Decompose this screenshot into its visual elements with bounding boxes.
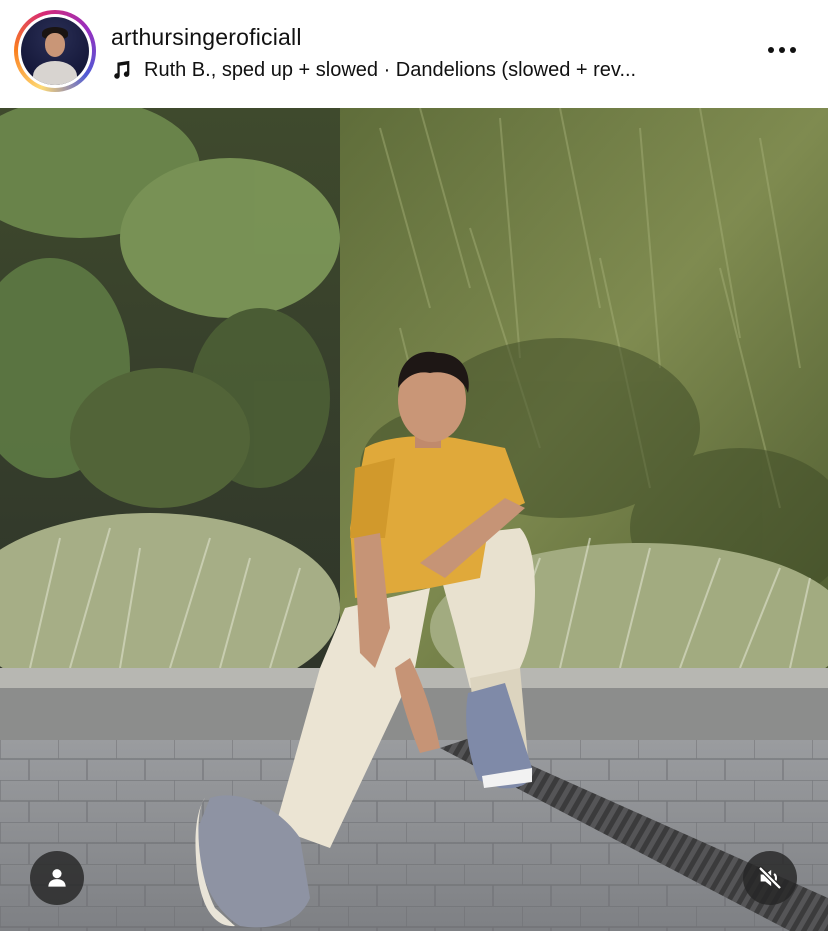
avatar-shirt — [33, 61, 77, 85]
audio-attribution[interactable]: Ruth B., sped up + slowed · Dandelions (… — [111, 56, 636, 84]
avatar[interactable] — [21, 17, 89, 85]
more-options-button[interactable] — [758, 34, 806, 66]
avatar-frame — [18, 14, 92, 88]
person-icon — [48, 869, 66, 887]
photo-illustration — [0, 108, 828, 931]
more-options-icon-dot — [779, 47, 785, 53]
post-header: arthursingeroficiall Ruth B., sped up + … — [0, 0, 828, 108]
muted-speaker-icon — [758, 866, 782, 890]
more-options-icon — [768, 47, 774, 53]
audio-toggle-button[interactable] — [743, 851, 797, 905]
more-options-icon-dot — [790, 47, 796, 53]
avatar-face — [45, 33, 65, 57]
story-ring[interactable] — [14, 10, 96, 92]
audio-track-label: Ruth B., sped up + slowed · Dandelions (… — [144, 58, 637, 81]
post-photo[interactable] — [0, 108, 828, 931]
tagged-users-button[interactable] — [30, 851, 84, 905]
music-note-icon — [114, 60, 130, 79]
username-link[interactable]: arthursingeroficiall — [111, 24, 302, 51]
